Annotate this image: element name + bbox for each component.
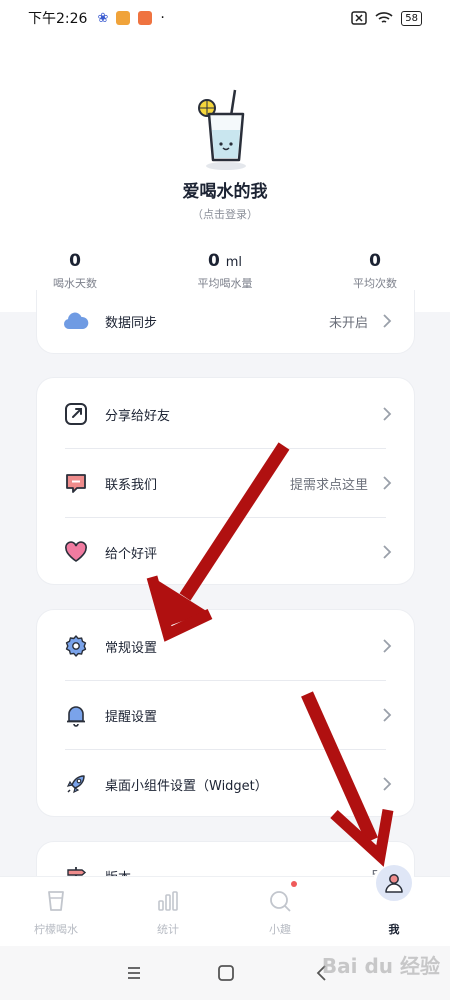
app-notification-icon — [138, 11, 153, 25]
widget-settings-row[interactable]: 桌面小组件设置（Widget） — [37, 750, 416, 818]
cup-icon — [48, 891, 64, 911]
stat-average-times: 0 平均次数 — [315, 251, 435, 291]
wifi-icon — [375, 12, 393, 23]
row-value: 提需求点这里 — [289, 477, 368, 493]
heart-icon — [63, 539, 89, 565]
stat-average-amount: 0 ml 平均喝水量 — [165, 251, 285, 291]
chevron-right-icon — [383, 777, 392, 791]
rate-us-row[interactable]: 给个好评 — [37, 518, 416, 586]
baidu-paw-icon: ❀ — [97, 10, 109, 26]
home-icon[interactable] — [216, 964, 236, 982]
row-label: 联系我们 — [105, 477, 158, 493]
watermark: Bai du 经验 — [321, 954, 440, 978]
chevron-right-icon — [383, 708, 392, 722]
stat-label: 喝水天数 — [53, 277, 97, 290]
battery-level: 58 — [401, 10, 422, 26]
nickname[interactable]: 爱喝水的我 — [0, 177, 450, 202]
share-row[interactable]: 分享给好友 — [37, 380, 416, 448]
bar-chart-icon — [158, 891, 178, 911]
chevron-right-icon — [383, 314, 392, 328]
tab-label: 小趣 — [269, 923, 291, 936]
stat-label: 平均喝水量 — [197, 277, 253, 290]
row-label: 常规设置 — [105, 640, 158, 656]
row-label: 数据同步 — [105, 315, 158, 331]
menu-icon[interactable] — [124, 964, 144, 982]
chevron-right-icon — [383, 639, 392, 653]
more-notifications-icon: · — [160, 10, 165, 26]
stat-value: 0 — [369, 251, 381, 271]
login-hint[interactable]: （点击登录） — [0, 206, 450, 222]
chevron-right-icon — [383, 407, 392, 421]
row-label: 给个好评 — [105, 546, 158, 562]
general-settings-row[interactable]: 常规设置 — [37, 612, 416, 680]
tab-label: 统计 — [157, 923, 179, 936]
stat-value: 0 — [207, 251, 220, 271]
row-label: 分享给好友 — [105, 408, 171, 424]
tab-statistics[interactable]: 统计 — [112, 877, 224, 947]
cloud-icon — [63, 308, 89, 334]
tab-lemon-drink[interactable]: 柠檬喝水 — [0, 877, 112, 947]
chevron-right-icon — [383, 476, 392, 490]
data-sync-row[interactable]: 数据同步 未开启 — [37, 290, 416, 352]
rocket-icon — [63, 771, 89, 797]
chevron-right-icon — [383, 545, 392, 559]
social-card: 分享给好友 联系我们 提需求点这里 给个好评 — [36, 377, 415, 585]
sync-card: 数据同步 未开启 — [36, 290, 415, 354]
row-value: 未开启 — [328, 315, 368, 331]
status-time: 下午2:26 — [28, 11, 88, 27]
contact-us-row[interactable]: 联系我们 提需求点这里 — [37, 449, 416, 517]
stat-value: 0 — [69, 251, 81, 271]
tab-label: 我 — [388, 923, 400, 936]
row-label: 提醒设置 — [105, 709, 158, 725]
app-notification-icon — [116, 11, 131, 25]
row-label: 桌面小组件设置（Widget） — [105, 778, 268, 794]
sim-off-icon — [351, 11, 368, 25]
share-icon — [63, 401, 89, 427]
tab-label: 柠檬喝水 — [34, 923, 78, 936]
user-icon[interactable] — [373, 862, 415, 904]
tab-fun[interactable]: 小趣 — [224, 877, 336, 947]
message-icon — [63, 470, 89, 496]
profile-header: 爱喝水的我 （点击登录） 0 喝水天数 0 ml 平均喝水量 0 平均次数 — [0, 36, 450, 312]
stat-drink-days: 0 喝水天数 — [15, 251, 135, 291]
lemon-water-avatar-icon[interactable] — [195, 86, 255, 176]
settings-card: 常规设置 提醒设置 桌面小组件设置（Widget） — [36, 609, 415, 817]
bell-icon — [63, 702, 89, 728]
reminder-settings-row[interactable]: 提醒设置 — [37, 681, 416, 749]
stat-label: 平均次数 — [353, 277, 397, 290]
gear-icon — [63, 633, 89, 659]
search-icon — [270, 891, 291, 912]
status-bar: 下午2:26 ❀ · 58 — [0, 0, 450, 36]
stat-unit: ml — [225, 255, 243, 270]
notification-dot — [291, 881, 297, 887]
